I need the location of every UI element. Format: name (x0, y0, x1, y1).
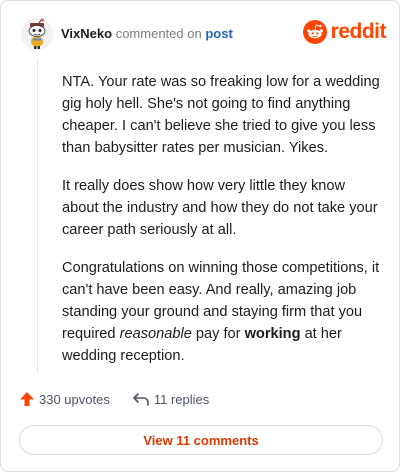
comment-card: VixNeko commented on post reddit NTA. Yo… (0, 0, 400, 472)
reply-arrow-icon[interactable] (132, 391, 150, 407)
reddit-logo[interactable]: reddit (302, 20, 387, 44)
upvote-stat[interactable]: 330 upvotes (19, 391, 110, 407)
upvote-count: 330 upvotes (39, 391, 110, 407)
comment-paragraph: NTA. Your rate was so freaking low for a… (62, 71, 380, 159)
comment-header: VixNeko commented on post reddit (21, 18, 387, 50)
comment-text-bold: working (244, 326, 301, 342)
user-avatar[interactable] (21, 18, 53, 50)
comment-paragraph: Congratulations on winning those competi… (62, 257, 380, 367)
comment-body: NTA. Your rate was so freaking low for a… (62, 71, 380, 383)
comment-text-italic: reasonable (119, 326, 192, 342)
reddit-logo-icon (302, 20, 327, 44)
comment-text: NTA. Your rate was so freaking low for a… (62, 74, 380, 156)
upvote-arrow-icon[interactable] (19, 391, 35, 407)
reply-count: 11 replies (153, 391, 210, 407)
comment-paragraph: It really does show how very little they… (62, 175, 380, 241)
comment-footer: 330 upvotes 11 replies (19, 388, 209, 410)
reply-stat[interactable]: 11 replies (132, 391, 209, 407)
author-name[interactable]: VixNeko (61, 26, 112, 41)
thread-line (37, 59, 38, 372)
comment-text: pay for (191, 326, 245, 342)
view-comments-button[interactable]: View 11 comments (19, 425, 383, 455)
action-text: commented on (115, 26, 202, 41)
snoo-avatar-icon (21, 18, 53, 50)
post-link[interactable]: post (205, 26, 232, 41)
reddit-wordmark: reddit (330, 20, 387, 43)
comment-meta: VixNeko commented on post (61, 26, 233, 42)
comment-text: It really does show how very little they… (62, 178, 378, 238)
